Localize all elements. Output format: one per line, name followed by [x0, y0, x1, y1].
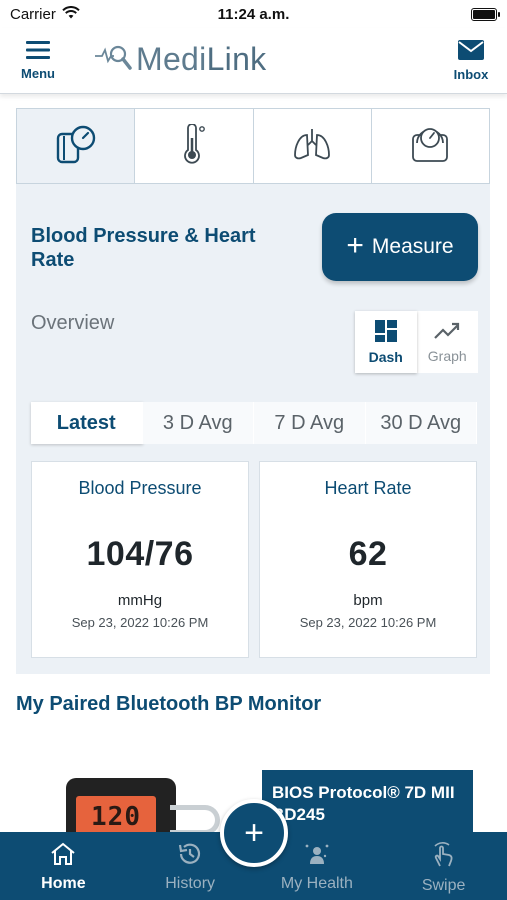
- home-icon: [50, 842, 76, 871]
- plus-icon: +: [346, 228, 364, 262]
- tab-30d-avg[interactable]: 30 D Avg: [365, 402, 477, 444]
- history-icon: [177, 842, 203, 871]
- bp-unit: mmHg: [117, 592, 163, 609]
- tab-lungs[interactable]: [254, 109, 372, 183]
- hamburger-icon: [26, 40, 50, 62]
- menu-button[interactable]: Menu: [16, 40, 60, 81]
- plus-icon: +: [244, 813, 264, 852]
- nav-swipe[interactable]: Swipe: [380, 832, 507, 900]
- hr-value: 62: [348, 535, 388, 573]
- dashboard-icon: [374, 319, 397, 345]
- blood-pressure-icon: [55, 124, 97, 169]
- view-toggle: Dash Graph: [355, 311, 478, 373]
- thermometer-icon: [180, 122, 208, 169]
- my-health-icon: [304, 842, 330, 871]
- status-left: Carrier: [10, 6, 80, 23]
- logo-text-link: Link: [206, 41, 267, 77]
- menu-label: Menu: [21, 65, 55, 81]
- dash-label: Dash: [368, 348, 403, 365]
- medilink-logo: MediLink: [94, 40, 266, 79]
- hr-card-title: Heart Rate: [324, 478, 412, 498]
- add-fab-button[interactable]: +: [220, 799, 288, 867]
- cuff-tube-graphic: [170, 805, 220, 835]
- graph-view-button[interactable]: Graph: [416, 311, 478, 373]
- inbox-button[interactable]: Inbox: [449, 39, 493, 82]
- device-name: BIOS Protocol® 7D MII BD245: [272, 783, 455, 824]
- bp-hr-panel: Blood Pressure & Heart Rate + Measure Ov…: [16, 184, 490, 674]
- hr-unit: bpm: [353, 592, 383, 609]
- tab-latest[interactable]: Latest: [31, 402, 143, 444]
- tab-3d-avg[interactable]: 3 D Avg: [142, 402, 254, 444]
- tab-weight[interactable]: [372, 109, 489, 183]
- overview-label: Overview: [31, 312, 115, 334]
- nav-home[interactable]: Home: [0, 832, 127, 900]
- dash-view-button[interactable]: Dash: [355, 311, 417, 373]
- status-bar: Carrier 11:24 a.m.: [0, 0, 507, 28]
- device-reading: 120: [91, 802, 141, 832]
- tab-temperature[interactable]: [135, 109, 254, 183]
- measure-label: Measure: [371, 235, 454, 258]
- blood-pressure-card[interactable]: Blood Pressure 104/76 mmHg Sep 23, 2022 …: [31, 461, 249, 658]
- category-tabs: [16, 108, 490, 184]
- measure-button[interactable]: + Measure: [322, 213, 478, 281]
- bp-monitor-image[interactable]: 120: [66, 778, 176, 838]
- battery-icon: [471, 7, 500, 21]
- lungs-icon: [293, 127, 331, 166]
- nav-swipe-label: Swipe: [421, 877, 466, 894]
- hr-timestamp: Sep 23, 2022 10:26 PM: [299, 615, 437, 630]
- average-tabs: Latest 3 D Avg 7 D Avg 30 D Avg: [31, 402, 477, 444]
- bp-timestamp: Sep 23, 2022 10:26 PM: [71, 615, 209, 630]
- logo-text-medi: Medi: [136, 41, 207, 77]
- nav-my-health-label: My Health: [280, 875, 353, 892]
- swipe-icon: [431, 842, 457, 873]
- app-header: Menu MediLink Inbox: [0, 28, 507, 94]
- logo-text: MediLink: [136, 41, 266, 78]
- bp-card-title: Blood Pressure: [78, 478, 202, 498]
- nav-home-label: Home: [41, 875, 86, 892]
- graph-label: Graph: [427, 347, 467, 364]
- heart-rate-card[interactable]: Heart Rate 62 bpm Sep 23, 2022 10:26 PM: [259, 461, 477, 658]
- weight-scale-icon: [410, 125, 450, 168]
- inbox-label: Inbox: [453, 66, 489, 82]
- section-title: Blood Pressure & Heart Rate: [31, 225, 256, 271]
- envelope-icon: [458, 39, 484, 63]
- tab-blood-pressure[interactable]: [17, 109, 136, 183]
- nav-history-label: History: [165, 875, 216, 892]
- bp-value: 104/76: [86, 535, 194, 573]
- paired-monitor-title: My Paired Bluetooth BP Monitor: [16, 693, 322, 715]
- wifi-icon: [62, 5, 80, 23]
- carrier-label: Carrier: [10, 5, 56, 23]
- stethoscope-pulse-icon: [94, 40, 132, 79]
- tab-7d-avg[interactable]: 7 D Avg: [254, 402, 366, 444]
- trend-graph-icon: [434, 321, 460, 344]
